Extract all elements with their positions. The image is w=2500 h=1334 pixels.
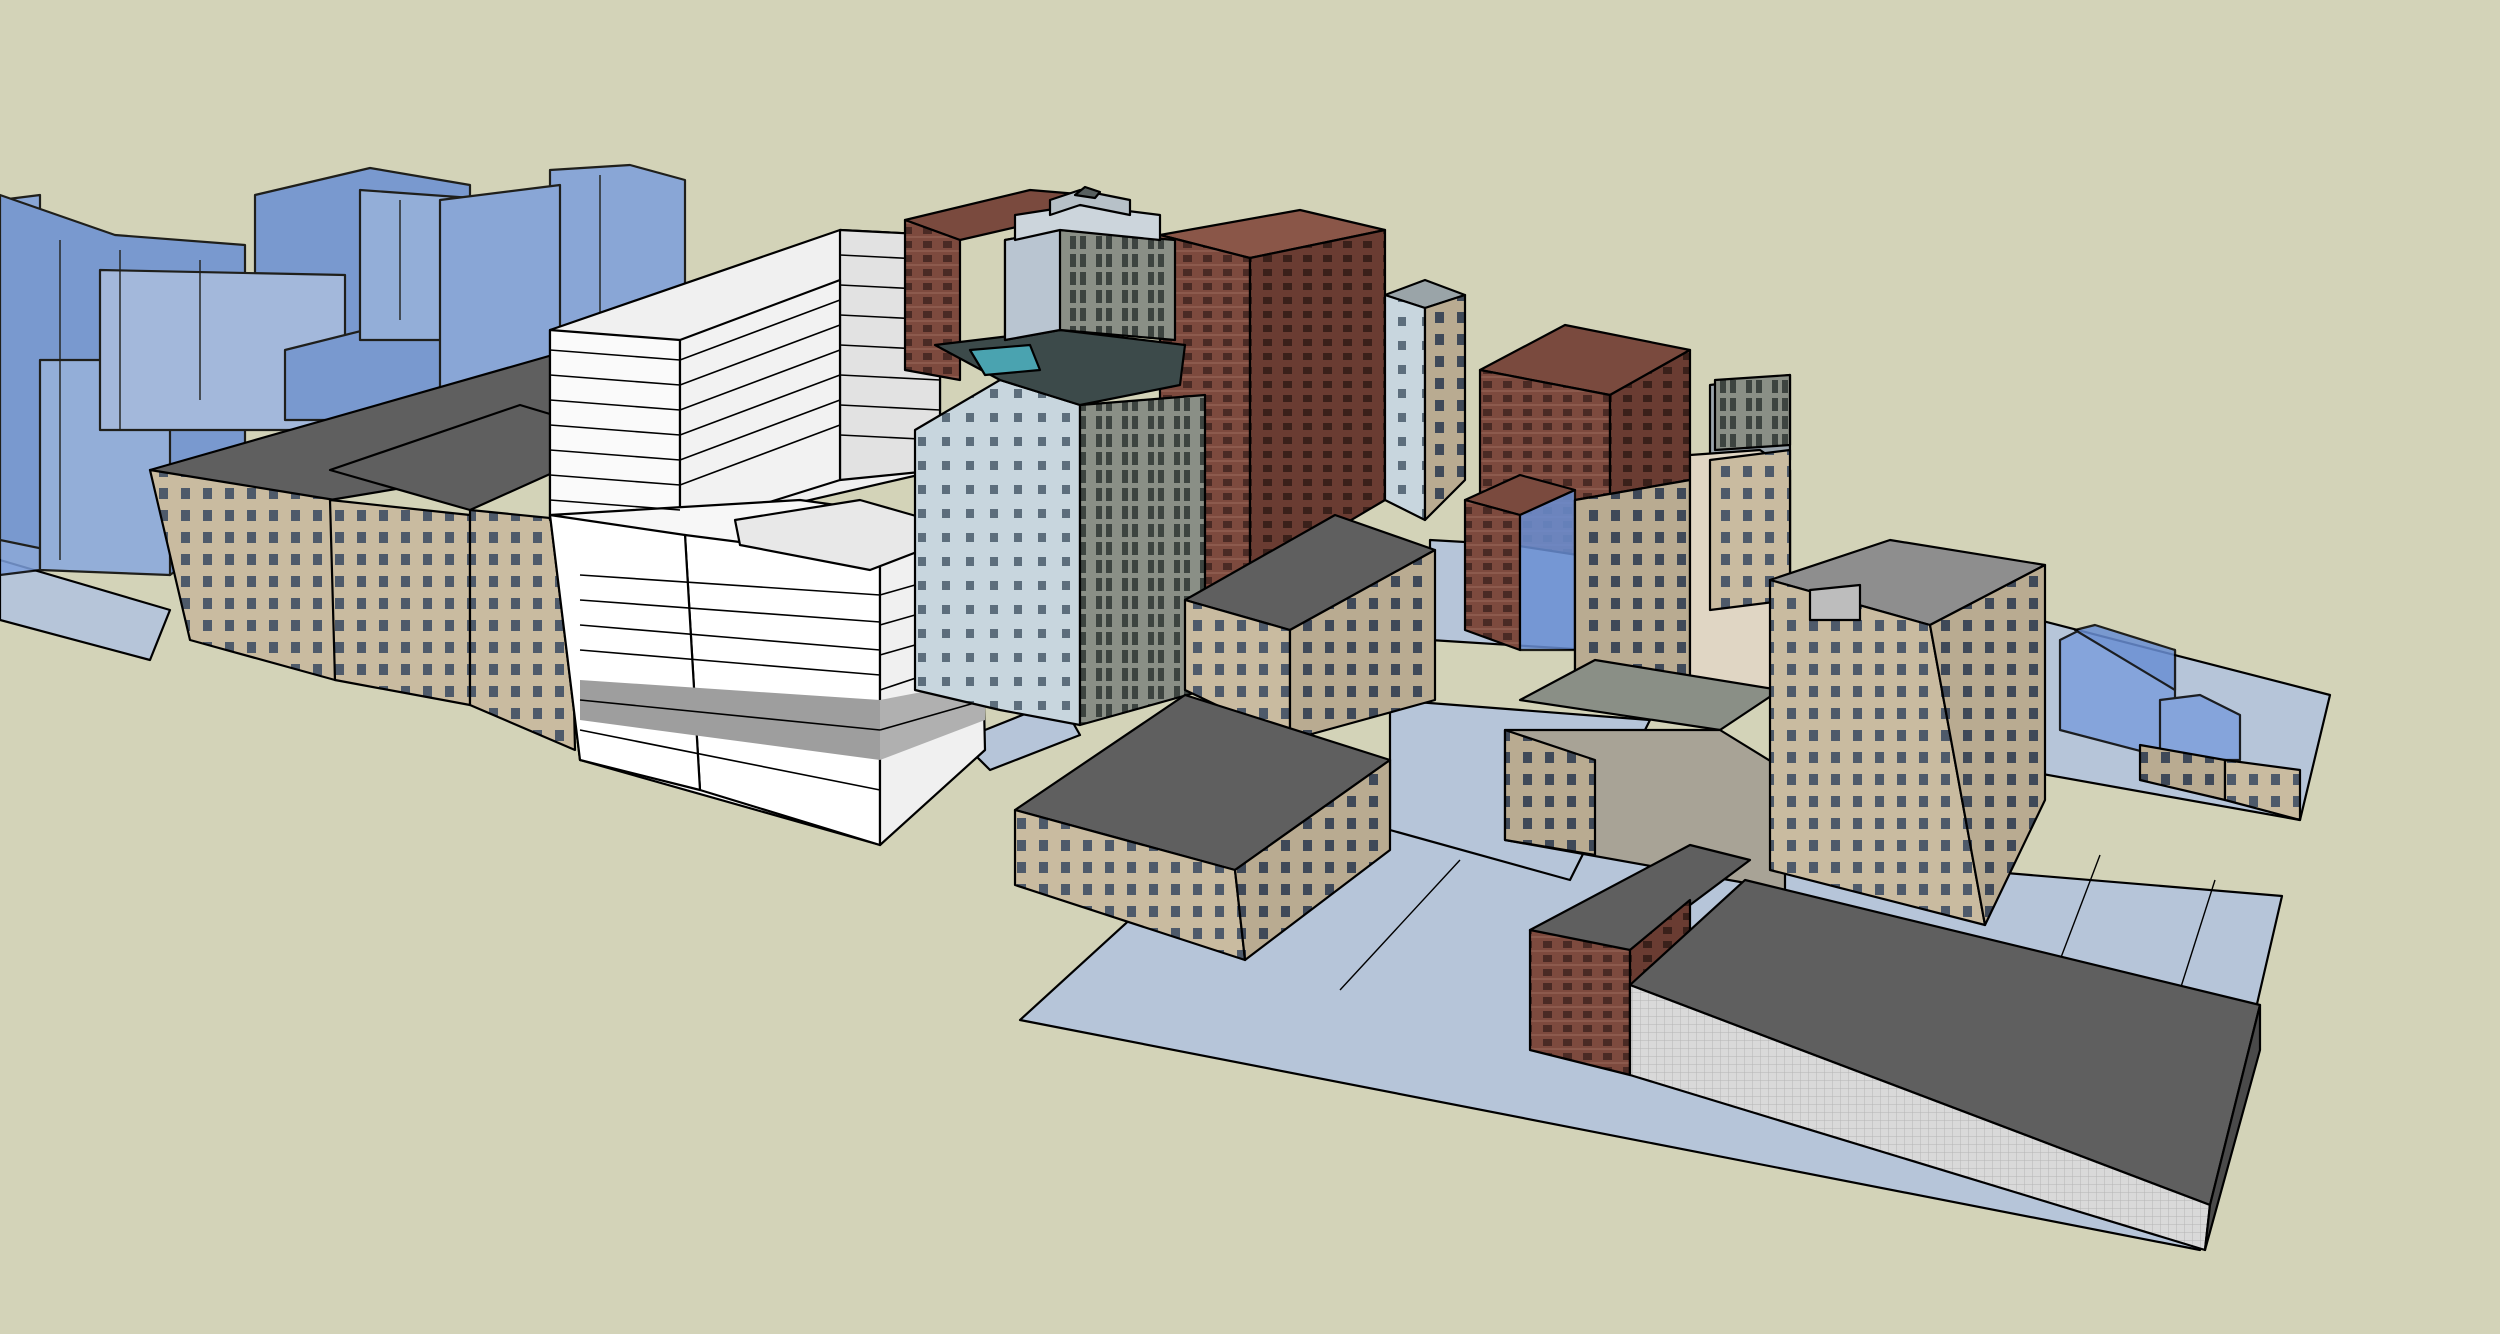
stone-building-large-right	[1768, 538, 2047, 927]
3d-model-viewport[interactable]	[0, 0, 2500, 1334]
stone-slab-back	[1383, 278, 1467, 522]
model-canvas[interactable]	[0, 0, 2500, 1334]
